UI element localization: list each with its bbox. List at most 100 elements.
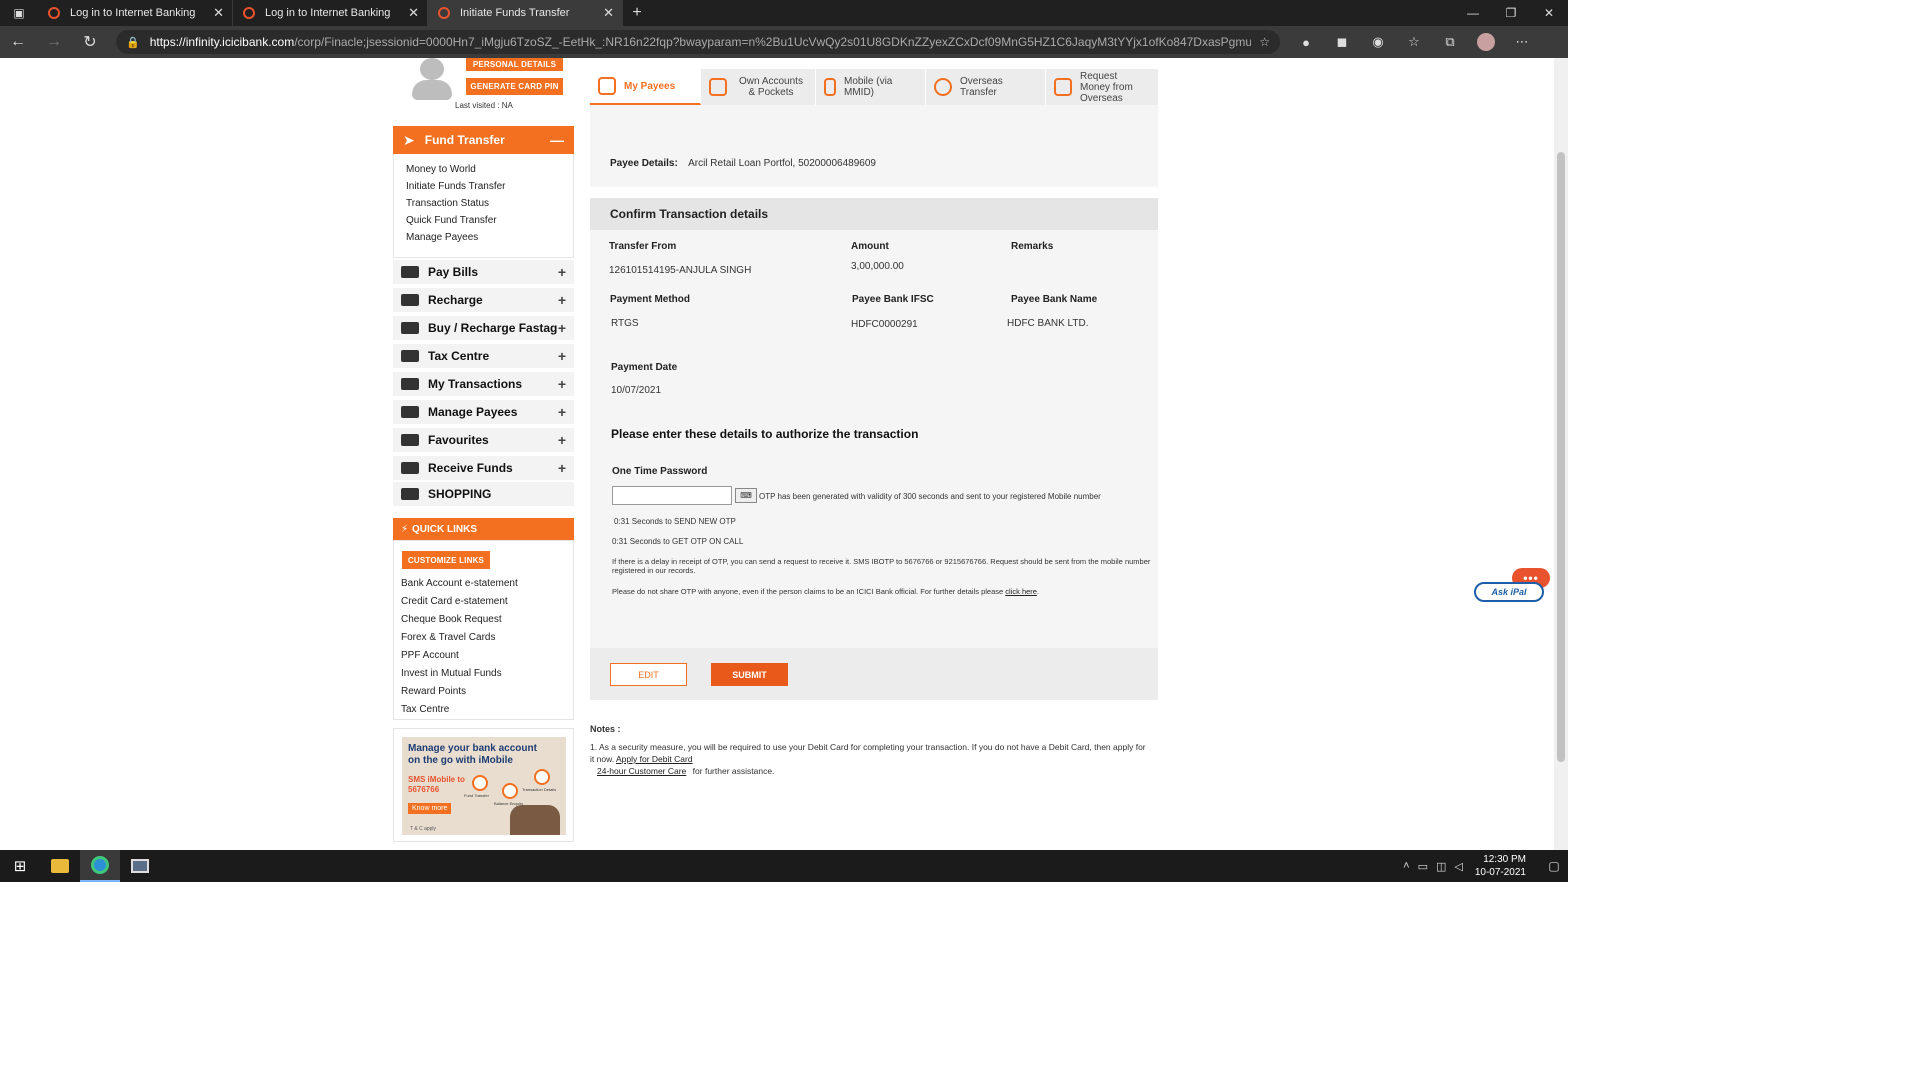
lock-icon[interactable]: 🔒	[126, 36, 140, 49]
quick-link-ppf[interactable]: PPF Account	[401, 650, 518, 668]
payment-date-label: Payment Date	[611, 362, 678, 373]
browser-tab-1[interactable]: Log in to Internet Banking ✕	[38, 0, 233, 26]
quick-link-credit-card-estatement[interactable]: Credit Card e-statement	[401, 596, 518, 614]
sidebar-item-tax-centre[interactable]: Tax Centre +	[393, 344, 574, 370]
sidebar-item-shopping[interactable]: SHOPPING	[393, 482, 574, 508]
otp-label: One Time Password	[612, 466, 708, 477]
sidebar-link-quick-fund-transfer[interactable]: Quick Fund Transfer	[394, 215, 573, 232]
payee-type-tabs: My Payees Own Accounts & Pockets Mobile …	[590, 69, 1158, 110]
scrollbar-thumb[interactable]	[1557, 152, 1565, 762]
sidebar-item-pay-bills[interactable]: Pay Bills +	[393, 260, 574, 286]
otp-input[interactable]	[612, 486, 732, 505]
users-icon	[401, 406, 419, 418]
imobile-banner[interactable]: Manage your bank account on the go with …	[393, 728, 574, 842]
extension-icon[interactable]: ●	[1288, 33, 1324, 51]
expand-plus-icon[interactable]: +	[558, 320, 566, 336]
back-button[interactable]: ←	[0, 33, 36, 51]
edit-button[interactable]: EDIT	[610, 663, 687, 686]
click-here-link[interactable]: click here	[1005, 587, 1037, 596]
tab-actions-icon[interactable]: ▣	[0, 0, 38, 26]
close-tab-icon[interactable]: ✕	[408, 5, 419, 21]
expand-plus-icon[interactable]: +	[558, 348, 566, 364]
otp-on-call-timer: 0:31 Seconds to GET OTP ON CALL	[612, 537, 744, 546]
close-window-icon[interactable]: ✕	[1530, 0, 1568, 26]
apply-debit-card-link[interactable]: Apply for Debit Card	[616, 754, 693, 764]
personal-details-button[interactable]: PERSONAL DETAILS	[466, 58, 563, 71]
quick-link-cheque-book[interactable]: Cheque Book Request	[401, 614, 518, 632]
expand-plus-icon[interactable]: +	[558, 292, 566, 308]
sidebar-item-favourites[interactable]: Favourites +	[393, 428, 574, 454]
sidebar-item-recharge[interactable]: Recharge +	[393, 288, 574, 314]
expand-plus-icon[interactable]: +	[558, 460, 566, 476]
favorite-star-icon[interactable]: ☆	[1259, 35, 1270, 49]
banner-know-more-button[interactable]: Know more	[408, 803, 452, 814]
close-tab-icon[interactable]: ✕	[603, 5, 614, 21]
tab-request-money-overseas[interactable]: Request Money from Overseas	[1046, 69, 1158, 105]
restore-icon[interactable]: ❐	[1492, 0, 1530, 26]
virtual-keyboard-icon[interactable]: ⌨	[735, 488, 757, 503]
fastag-icon	[401, 322, 419, 334]
collections-icon[interactable]: ⧉	[1432, 33, 1468, 51]
file-explorer-app[interactable]	[40, 850, 80, 882]
edge-browser-app[interactable]	[80, 850, 120, 882]
taskbar-clock[interactable]: 12:30 PM 10-07-2021	[1475, 853, 1526, 879]
quick-link-tax-centre[interactable]: Tax Centre	[401, 704, 518, 722]
other-app[interactable]	[120, 850, 160, 882]
tab-my-payees[interactable]: My Payees	[590, 69, 701, 110]
notification-icon[interactable]: ▢	[1540, 859, 1568, 873]
payment-method-label: Payment Method	[610, 294, 691, 305]
refresh-button[interactable]: ↻	[72, 32, 108, 52]
browser-toolbar-icons: ● ◼ ◉ ☆ ⧉ ⋯	[1288, 33, 1540, 51]
close-tab-icon[interactable]: ✕	[213, 5, 224, 21]
system-tray: ˄ ▭ ◫ ◁ 12:30 PM 10-07-2021 ▢	[1399, 853, 1568, 879]
tab-own-accounts[interactable]: Own Accounts & Pockets	[701, 69, 816, 105]
windows-taskbar: ⊞ ˄ ▭ ◫ ◁ 12:30 PM 10-07-2021 ▢	[0, 850, 1568, 882]
tab-overseas-transfer[interactable]: Overseas Transfer	[926, 69, 1046, 105]
battery-icon[interactable]: ▭	[1418, 860, 1428, 873]
more-menu-icon[interactable]: ⋯	[1504, 33, 1540, 51]
windows-start-icon[interactable]: ⊞	[0, 857, 40, 875]
collapse-minus-icon[interactable]: —	[550, 132, 564, 148]
sidebar-link-transaction-status[interactable]: Transaction Status	[394, 198, 573, 215]
quick-link-reward-points[interactable]: Reward Points	[401, 686, 518, 704]
forward-button[interactable]: →	[36, 33, 72, 51]
browser-tab-3[interactable]: Initiate Funds Transfer ✕	[428, 0, 623, 26]
new-tab-button[interactable]: +	[623, 0, 651, 26]
fund-transfer-header[interactable]: ➤ Fund Transfer —	[393, 126, 574, 154]
fund-transfer-list: Money to World Initiate Funds Transfer T…	[393, 154, 574, 258]
customer-care-link[interactable]: 24-hour Customer Care	[597, 766, 686, 776]
submit-button[interactable]: SUBMIT	[711, 663, 788, 686]
quick-link-forex[interactable]: Forex & Travel Cards	[401, 632, 518, 650]
minimize-icon[interactable]: —	[1454, 0, 1492, 26]
sidebar-item-my-transactions[interactable]: My Transactions +	[393, 372, 574, 398]
bookmark-star-icon	[401, 434, 419, 446]
tab-mobile-mmid[interactable]: Mobile (via MMID)	[816, 69, 926, 105]
sidebar-link-money-to-world[interactable]: Money to World	[394, 164, 573, 181]
ask-ipal-widget[interactable]: ••• Ask iPal	[1474, 568, 1552, 604]
tab-title: Log in to Internet Banking	[70, 7, 196, 19]
extension-icon[interactable]: ◼	[1324, 33, 1360, 51]
quick-link-bank-estatement[interactable]: Bank Account e-statement	[401, 578, 518, 596]
sidebar-item-receive-funds[interactable]: Receive Funds +	[393, 456, 574, 482]
record-icon[interactable]: ◉	[1360, 33, 1396, 51]
url-input[interactable]: 🔒 https://infinity.icicibank.com/corp/Fi…	[116, 30, 1280, 54]
profile-avatar-icon[interactable]	[1477, 33, 1495, 51]
chevron-up-icon[interactable]: ˄	[1403, 860, 1409, 872]
expand-plus-icon[interactable]: +	[558, 404, 566, 420]
volume-icon[interactable]: ◁	[1454, 860, 1462, 873]
sidebar-item-manage-payees[interactable]: Manage Payees +	[393, 400, 574, 426]
sidebar-link-initiate-funds-transfer[interactable]: Initiate Funds Transfer	[394, 181, 573, 198]
otp-generated-message: OTP has been generated with validity of …	[759, 492, 1101, 501]
favorites-icon[interactable]: ☆	[1396, 33, 1432, 51]
expand-plus-icon[interactable]: +	[558, 264, 566, 280]
expand-plus-icon[interactable]: +	[558, 376, 566, 392]
expand-plus-icon[interactable]: +	[558, 432, 566, 448]
sidebar-item-fastag[interactable]: Buy / Recharge Fastag +	[393, 316, 574, 342]
quick-link-mutual-funds[interactable]: Invest in Mutual Funds	[401, 668, 518, 686]
customize-links-button[interactable]: CUSTOMIZE LINKS	[402, 551, 490, 569]
generate-card-pin-button[interactable]: GENERATE CARD PIN	[466, 78, 563, 95]
browser-tab-2[interactable]: Log in to Internet Banking ✕	[233, 0, 428, 26]
network-icon[interactable]: ◫	[1436, 860, 1446, 873]
sidebar-link-manage-payees[interactable]: Manage Payees	[394, 232, 573, 249]
page-scrollbar[interactable]	[1554, 58, 1568, 850]
